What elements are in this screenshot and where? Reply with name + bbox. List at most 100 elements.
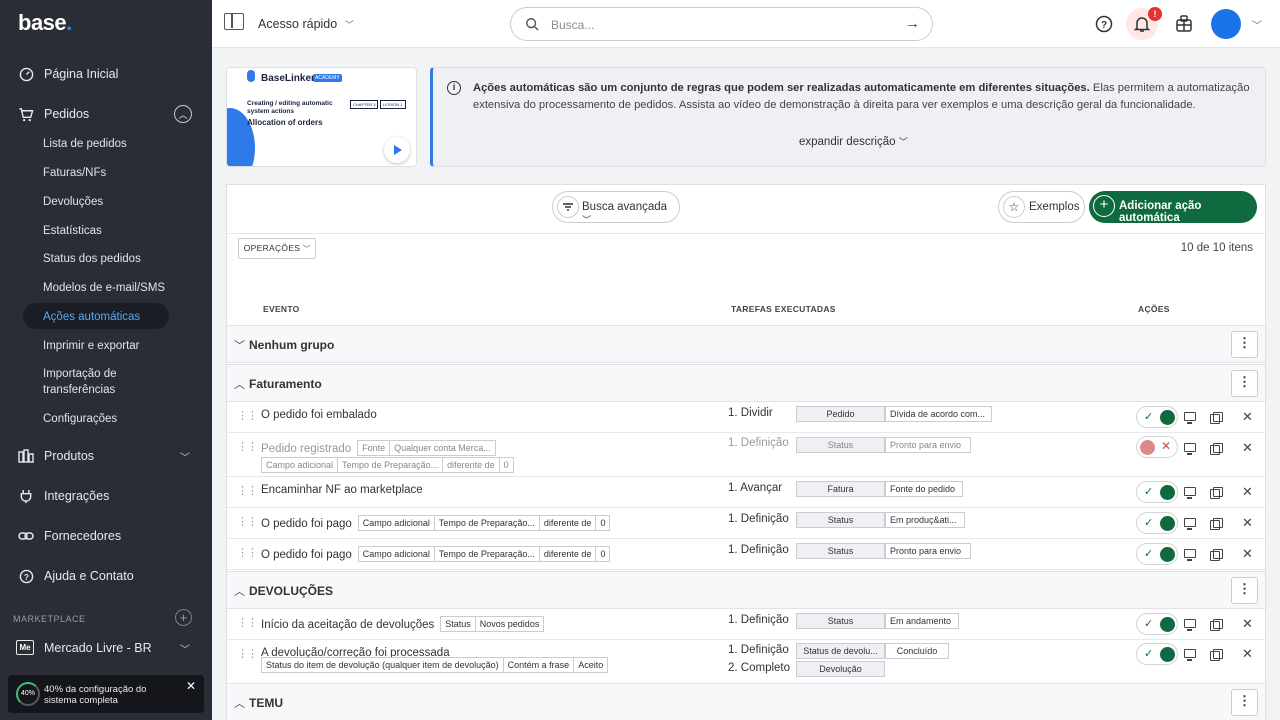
filter-icon	[557, 196, 579, 218]
decor-shape	[227, 108, 255, 166]
copy-icon[interactable]	[1210, 619, 1223, 631]
advanced-search-button[interactable]: Busca avançada ﹀	[552, 191, 680, 225]
table-row[interactable]: ⋮⋮ Início da aceitação de devoluções Stat…	[227, 609, 1265, 640]
nav-ajuda[interactable]: ? Ajuda e Contato	[0, 562, 212, 590]
chevron-down-icon[interactable]: ﹀	[180, 449, 190, 464]
sub-lista-pedidos[interactable]: Lista de pedidos	[43, 136, 127, 152]
group-row-temu[interactable]: ︿ TEMU ⋮	[227, 683, 1265, 720]
sub-configuracoes[interactable]: Configurações	[43, 411, 117, 427]
base-logo[interactable]: base.	[18, 10, 72, 36]
enable-toggle[interactable]: ✓	[1136, 643, 1178, 665]
chevron-up-icon[interactable]: ︿	[234, 695, 245, 711]
nav-produtos[interactable]: Produtos ﹀	[0, 442, 212, 470]
top-header: Acesso rápido ﹀ → ? ! ﹀	[212, 0, 1280, 48]
group-row-returns[interactable]: ︿ DEVOLUÇÕES ⋮	[227, 571, 1265, 609]
setup-progress-toast[interactable]: 40% 40% da configuração do sistema compl…	[8, 675, 204, 713]
monitor-icon[interactable]	[1184, 518, 1196, 530]
nav-fornecedores[interactable]: Fornecedores	[0, 522, 212, 550]
monitor-icon[interactable]	[1184, 619, 1196, 631]
drag-handle-icon[interactable]: ⋮⋮	[237, 484, 258, 497]
add-marketplace-icon[interactable]: +	[175, 609, 192, 626]
copy-icon[interactable]	[1210, 549, 1223, 561]
close-icon[interactable]: ✕	[1242, 440, 1253, 456]
table-row[interactable]: ⋮⋮ O pedido foi embalado 1. Dividir Pedi…	[227, 402, 1265, 433]
copy-icon[interactable]	[1210, 412, 1223, 424]
drag-handle-icon[interactable]: ⋮⋮	[237, 409, 258, 422]
play-icon[interactable]	[384, 137, 410, 163]
enable-toggle[interactable]: ✓	[1136, 613, 1178, 635]
col-event: EVENTO	[263, 304, 300, 314]
sub-devolucoes[interactable]: Devoluções	[43, 194, 103, 210]
chevron-up-icon[interactable]: ︿	[234, 583, 245, 599]
table-row[interactable]: ⋮⋮ A devolução/correção foi processada S…	[227, 640, 1265, 684]
sub-faturas[interactable]: Faturas/NFs	[43, 165, 106, 181]
copy-icon[interactable]	[1210, 518, 1223, 530]
monitor-icon[interactable]	[1184, 443, 1196, 455]
drag-handle-icon[interactable]: ⋮⋮	[237, 440, 258, 453]
sub-importacao[interactable]: Importação de transferências	[43, 366, 153, 398]
more-options-icon[interactable]: ⋮	[1231, 370, 1258, 397]
demo-video-thumbnail[interactable]: BaseLinker ACADEMY Creating / editing au…	[226, 67, 417, 167]
enable-toggle[interactable]: ✓	[1136, 512, 1178, 534]
close-icon[interactable]: ✕	[1242, 646, 1253, 662]
sub-acoes-automaticas[interactable]: Ações automáticas	[43, 309, 140, 325]
progress-ring: 40%	[16, 682, 40, 706]
sub-status-pedidos[interactable]: Status dos pedidos	[43, 251, 141, 267]
nav-integracoes[interactable]: Integrações	[0, 482, 212, 510]
drag-handle-icon[interactable]: ⋮⋮	[237, 515, 258, 528]
help-icon[interactable]: ?	[1092, 12, 1116, 36]
search-box[interactable]: →	[510, 7, 933, 41]
examples-button[interactable]: ☆ Exemplos	[998, 191, 1085, 223]
drag-handle-icon[interactable]: ⋮⋮	[237, 546, 258, 559]
close-icon[interactable]: ✕	[1242, 484, 1253, 500]
close-icon[interactable]: ✕	[1242, 515, 1253, 531]
sub-estatisticas[interactable]: Estatísticas	[43, 223, 102, 239]
layout-icon[interactable]	[224, 13, 244, 30]
quick-access-menu[interactable]: Acesso rápido ﹀	[258, 17, 354, 31]
copy-icon[interactable]	[1210, 443, 1223, 455]
group-row-none[interactable]: ﹀ Nenhum grupo ⋮	[227, 325, 1265, 363]
expand-description-link[interactable]: expandir descrição ﹀	[799, 135, 908, 148]
copy-icon[interactable]	[1210, 487, 1223, 499]
chevron-down-icon[interactable]: ﹀	[234, 337, 245, 353]
close-icon[interactable]: ✕	[1242, 546, 1253, 562]
table-row[interactable]: ⋮⋮ Encaminhar NF ao marketplace 1. Avanç…	[227, 477, 1265, 508]
chevron-up-icon[interactable]: ︿	[174, 105, 192, 123]
nav-pedidos[interactable]: Pedidos ︿	[0, 100, 212, 128]
operations-button[interactable]: OPERAÇÕES ﹀	[238, 238, 316, 259]
drag-handle-icon[interactable]: ⋮⋮	[237, 647, 258, 660]
enable-toggle[interactable]: ✕	[1136, 436, 1178, 458]
copy-icon[interactable]	[1210, 649, 1223, 661]
apps-icon[interactable]	[1172, 12, 1196, 36]
sub-imprimir-exportar[interactable]: Imprimir e exportar	[43, 338, 140, 354]
group-row-billing[interactable]: ︿ Faturamento ⋮	[227, 364, 1265, 402]
add-automatic-action-button[interactable]: + Adicionar ação automática	[1089, 191, 1257, 224]
table-row[interactable]: ⋮⋮ O pedido foi pago Campo adicional Tempo…	[227, 539, 1265, 570]
monitor-icon[interactable]	[1184, 487, 1196, 499]
close-icon[interactable]: ✕	[186, 679, 196, 693]
nav-pagina-inicial[interactable]: Página Inicial	[0, 60, 212, 88]
search-input[interactable]	[551, 16, 891, 34]
sub-modelos-email[interactable]: Modelos de e-mail/SMS	[43, 280, 165, 296]
drag-handle-icon[interactable]: ⋮⋮	[237, 616, 258, 629]
table-row[interactable]: ⋮⋮ Pedido registrado Fonte Qualquer conta …	[227, 433, 1265, 477]
enable-toggle[interactable]: ✓	[1136, 406, 1178, 428]
monitor-icon[interactable]	[1184, 412, 1196, 424]
enable-toggle[interactable]: ✓	[1136, 543, 1178, 565]
close-icon[interactable]: ✕	[1242, 616, 1253, 632]
monitor-icon[interactable]	[1184, 649, 1196, 661]
more-options-icon[interactable]: ⋮	[1231, 577, 1258, 604]
chevron-down-icon[interactable]: ﹀	[1252, 17, 1262, 32]
arrow-right-icon[interactable]: →	[905, 15, 920, 32]
info-text: Ações automáticas são um conjunto de reg…	[473, 82, 1250, 111]
nav-mercado-livre[interactable]: Mercado Livre - BR ﹀	[0, 634, 212, 662]
table-row[interactable]: ⋮⋮ O pedido foi pago Campo adicional Tempo…	[227, 508, 1265, 539]
close-icon[interactable]: ✕	[1242, 409, 1253, 425]
chevron-up-icon[interactable]: ︿	[234, 376, 245, 392]
more-options-icon[interactable]: ⋮	[1231, 331, 1258, 358]
chevron-down-icon[interactable]: ﹀	[180, 641, 190, 656]
enable-toggle[interactable]: ✓	[1136, 481, 1178, 503]
more-options-icon[interactable]: ⋮	[1231, 689, 1258, 716]
monitor-icon[interactable]	[1184, 549, 1196, 561]
avatar[interactable]	[1211, 9, 1241, 39]
